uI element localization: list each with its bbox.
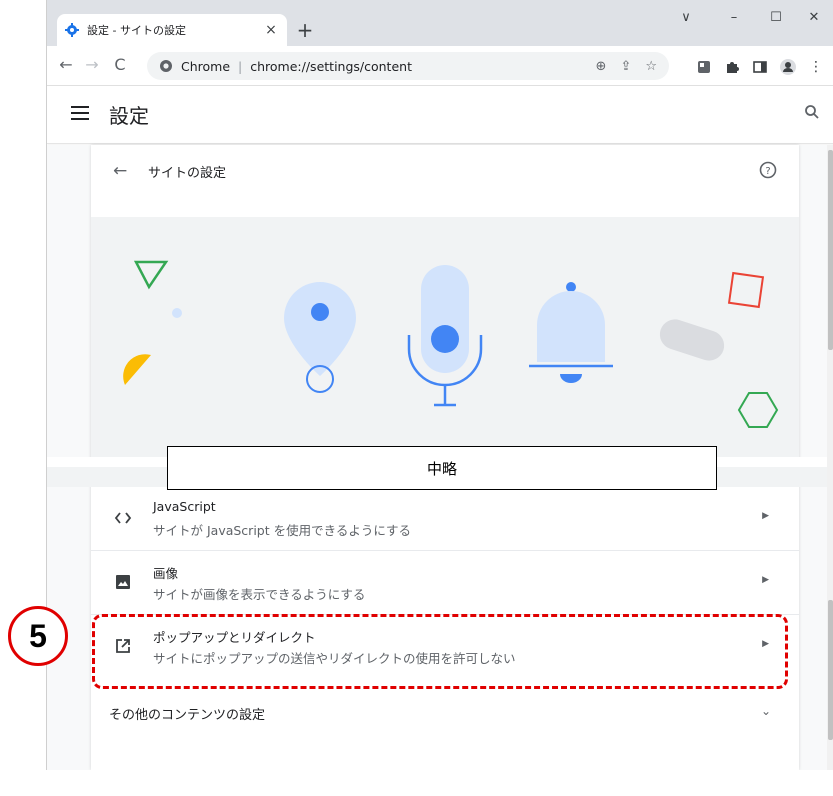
site-settings-title: サイトの設定 [148,166,227,181]
dot-shape [172,308,182,318]
setting-row-javascript[interactable]: JavaScript サイトが JavaScript を使用できるようにする ▶ [91,487,799,551]
pill-shape [659,319,725,361]
site-settings-back-row: ← サイトの設定 ? [91,145,799,197]
settings-header: 設定 [47,86,833,144]
close-window-button[interactable]: ✕ [797,10,831,25]
omnibox-url: chrome://settings/content [250,58,412,74]
maximize-button[interactable]: ☐ [759,10,793,25]
chevron-down-icon[interactable]: ⌄ [761,704,771,718]
other-content-settings-label[interactable]: その他のコンテンツの設定 [109,704,265,723]
back-button[interactable]: ← [55,55,77,74]
tab-search-icon[interactable]: ∨ [669,10,703,25]
omnibox-separator: | [238,58,243,74]
puzzle-icon[interactable] [723,58,741,76]
site-settings-illustration [91,217,799,457]
search-icon[interactable] [804,104,820,124]
scrollbar-thumb[interactable] [828,150,833,350]
half-circle-shape [123,354,151,385]
bell-icon [529,282,613,383]
square-shape [727,271,765,309]
page-title: 設定 [109,104,149,128]
minimize-button[interactable]: – [717,10,751,25]
setting-row-title: JavaScript [153,499,216,514]
image-icon [113,572,133,592]
back-arrow-icon[interactable]: ← [113,161,127,181]
scrollbar-thumb-lower[interactable] [828,600,833,740]
step-number-badge: 5 [8,606,68,666]
setting-row-title: 画像 [153,566,179,581]
reload-button[interactable]: C [109,55,131,74]
setting-row-subtitle: サイトが画像を表示できるようにする [153,587,366,602]
chrome-icon [160,60,172,72]
omnibox-chip-label: Chrome [181,58,231,74]
side-panel-icon[interactable] [751,58,769,76]
setting-row-images[interactable]: 画像 サイトが画像を表示できるようにする ▶ [91,551,799,615]
tab-strip: 設定 - サイトの設定 × + ∨ – ☐ ✕ [47,0,833,46]
browser-toolbar: ← → C Chrome | chrome://settings/content… [47,46,833,86]
forward-button[interactable]: → [81,55,103,74]
microphone-icon [407,265,483,407]
share-icon[interactable]: ⇪ [620,59,631,74]
chevron-right-icon: ▶ [762,511,769,521]
help-icon-glyph: ? [765,166,770,177]
omnibox[interactable]: Chrome | chrome://settings/content ⊕ ⇪ ☆ [147,52,669,80]
help-icon[interactable]: ? [759,161,777,179]
location-pin-icon [284,282,356,393]
more-menu-icon[interactable]: ⋮ [807,58,825,76]
setting-row-subtitle: サイトが JavaScript を使用できるようにする [153,523,411,538]
tab-settings[interactable]: 設定 - サイトの設定 × [57,14,287,46]
extension-icon[interactable] [695,58,713,76]
gear-icon [65,23,79,37]
tab-title: 設定 - サイトの設定 [87,24,186,37]
omnibox-chip: Chrome [159,59,230,74]
new-tab-button[interactable]: + [293,20,317,40]
highlight-dashed-box [92,614,788,689]
tab-close-icon[interactable]: × [263,22,279,38]
code-icon [113,508,133,528]
hexagon-shape [737,392,779,428]
profile-avatar-icon[interactable] [779,58,797,76]
hamburger-menu-icon[interactable] [71,106,89,120]
chevron-right-icon: ▶ [762,575,769,585]
bookmark-star-icon[interactable]: ☆ [645,59,657,74]
zoom-icon[interactable]: ⊕ [596,59,607,74]
triangle-shape [133,260,169,290]
elided-section-marker: 中略 [167,446,717,490]
